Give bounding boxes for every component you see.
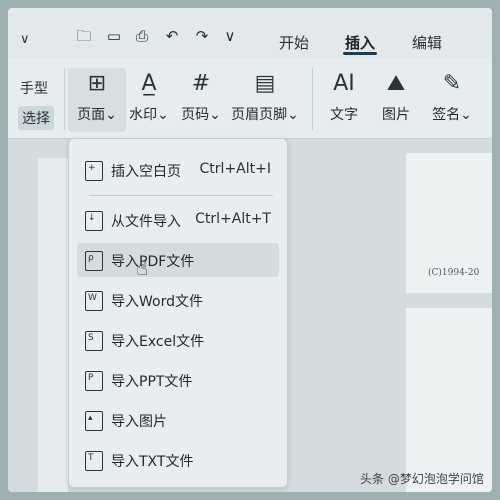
folder-icon[interactable]: 🗀 [76, 28, 92, 44]
hand-tool-label[interactable]: 手型 [20, 78, 48, 98]
menu-item-import-image[interactable]: ▴ 导入图片 [77, 403, 279, 437]
header-footer-button[interactable]: ▤ 页眉页脚⌄ [228, 68, 302, 132]
watermark-button-label: 水印 [129, 107, 158, 123]
header-footer-icon: ▤ [254, 71, 276, 96]
document-page [38, 158, 68, 492]
menu-item-label: 导入Excel文件 [111, 334, 205, 350]
menu-item-shortcut: Ctrl+Alt+T [195, 211, 271, 227]
active-tab-indicator [343, 52, 377, 55]
ppt-file-icon: P [85, 371, 103, 391]
menu-item-import-ppt[interactable]: P 导入PPT文件 [77, 363, 279, 397]
page-number-button[interactable]: # 页码⌄ [172, 68, 230, 132]
select-tool-label[interactable]: 选择 [18, 106, 54, 130]
header-footer-button-label: 页眉页脚 [231, 107, 288, 123]
print-icon[interactable]: ⎙ [134, 28, 150, 44]
menu-item-import-txt[interactable]: T 导入TXT文件 [77, 443, 279, 477]
redo-icon[interactable]: ↷ [194, 28, 210, 44]
menu-item-label: 导入Word文件 [111, 294, 203, 310]
app-window: ∨ 🗀 ▭ ⎙ ↶ ↷ ∨ 开始 插入 编辑 手型 选择 ⊞ 页面⌄ A̲ 水印… [8, 8, 492, 492]
image-button-label: 图片 [382, 107, 410, 123]
menu-divider [89, 195, 273, 196]
menu-item-label: 导入TXT文件 [111, 454, 194, 470]
watermark-button[interactable]: A̲ 水印⌄ [120, 68, 178, 132]
image-button[interactable]: ⛰ 图片 [374, 68, 418, 132]
menu-item-import-excel[interactable]: S 导入Excel文件 [77, 323, 279, 357]
menu-item-label: 导入PDF文件 [111, 254, 195, 270]
txt-file-icon: T [85, 451, 103, 471]
tab-edit[interactable]: 编辑 [412, 32, 442, 53]
page-number-button-label: 页码 [181, 107, 210, 123]
page-dropdown-menu: + 插入空白页 Ctrl+Alt+I ↓ 从文件导入 Ctrl+Alt+T ρ … [68, 138, 288, 488]
mouse-cursor-icon: ☝ [136, 256, 149, 280]
import-file-icon: ↓ [85, 211, 103, 231]
undo-icon[interactable]: ↶ [164, 28, 180, 44]
page-number-icon: # [191, 71, 211, 96]
signature-icon: ✎ [442, 71, 462, 96]
text-button-label: 文字 [330, 107, 358, 123]
ribbon-divider [312, 68, 313, 130]
page-icon: ⊞ [87, 71, 107, 96]
image-file-icon: ▴ [85, 411, 103, 431]
text-button[interactable]: AI 文字 [322, 68, 366, 132]
ribbon-divider [64, 68, 65, 130]
page-button-label: 页面 [77, 107, 106, 123]
menu-item-label: 插入空白页 [111, 164, 181, 180]
title-bar: ∨ 🗀 ▭ ⎙ ↶ ↷ ∨ 开始 插入 编辑 [8, 8, 492, 58]
word-file-icon: W [85, 291, 103, 311]
watermark-text: 头条 @梦幻泡泡学问馆 [360, 472, 484, 486]
document-page [406, 308, 492, 492]
blank-page-icon: + [85, 161, 103, 181]
save-icon[interactable]: ▭ [106, 28, 122, 44]
chevron-down-icon[interactable]: ∨ [20, 32, 30, 47]
text-icon: AI [333, 71, 355, 96]
signature-button[interactable]: ✎ 签名⌄ [424, 68, 480, 132]
excel-file-icon: S [85, 331, 103, 351]
menu-item-insert-blank-page[interactable]: + 插入空白页 Ctrl+Alt+I [77, 153, 279, 187]
menu-item-import-from-file[interactable]: ↓ 从文件导入 Ctrl+Alt+T [77, 203, 279, 237]
menu-item-import-word[interactable]: W 导入Word文件 [77, 283, 279, 317]
image-icon: ⛰ [386, 71, 406, 96]
signature-button-label: 签名 [432, 107, 461, 123]
page-copyright-text: (C)1994-20 [428, 268, 480, 278]
tab-home[interactable]: 开始 [279, 32, 309, 53]
menu-item-label: 从文件导入 [111, 214, 181, 230]
tab-insert[interactable]: 插入 [345, 32, 375, 53]
more-icon[interactable]: ∨ [222, 28, 238, 44]
menu-item-import-pdf[interactable]: ρ 导入PDF文件 [77, 243, 279, 277]
menu-item-shortcut: Ctrl+Alt+I [199, 161, 271, 177]
menu-item-label: 导入PPT文件 [111, 374, 193, 390]
pdf-file-icon: ρ [85, 251, 103, 271]
page-button[interactable]: ⊞ 页面⌄ [68, 68, 126, 132]
menu-item-label: 导入图片 [111, 414, 167, 430]
watermark-icon: A̲ [141, 71, 157, 96]
